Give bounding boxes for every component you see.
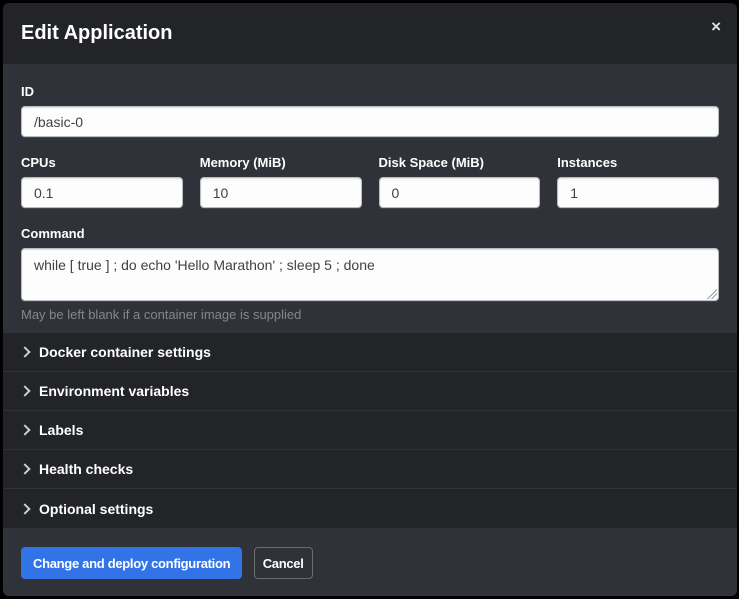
- cpus-input[interactable]: [21, 177, 183, 208]
- id-input[interactable]: [21, 106, 719, 137]
- section-label: Health checks: [39, 461, 133, 477]
- change-and-deploy-button[interactable]: Change and deploy configuration: [21, 547, 242, 579]
- chevron-right-icon: [19, 463, 30, 474]
- command-field-group: Command while [ true ] ; do echo 'Hello …: [21, 226, 719, 322]
- modal-header: Edit Application ×: [3, 3, 737, 64]
- disk-input[interactable]: [379, 177, 541, 208]
- memory-label: Memory (MiB): [200, 155, 362, 170]
- section-environment-variables[interactable]: Environment variables: [3, 372, 737, 411]
- cancel-button[interactable]: Cancel: [254, 547, 313, 579]
- resources-row: CPUs Memory (MiB) Disk Space (MiB) Insta…: [21, 155, 719, 208]
- section-label: Environment variables: [39, 383, 189, 399]
- section-health-checks[interactable]: Health checks: [3, 450, 737, 489]
- disk-label: Disk Space (MiB): [379, 155, 541, 170]
- id-label: ID: [21, 84, 719, 99]
- memory-field-group: Memory (MiB): [200, 155, 362, 208]
- chevron-right-icon: [19, 503, 30, 514]
- command-label: Command: [21, 226, 719, 241]
- id-field-group: ID: [21, 84, 719, 137]
- section-label: Optional settings: [39, 501, 153, 517]
- command-textarea[interactable]: while [ true ] ; do echo 'Hello Marathon…: [21, 248, 719, 301]
- edit-application-form: ID CPUs Memory (MiB) Disk Space (MiB) In…: [3, 64, 737, 333]
- chevron-right-icon: [19, 424, 30, 435]
- section-label: Docker container settings: [39, 344, 211, 360]
- instances-label: Instances: [557, 155, 719, 170]
- section-label: Labels: [39, 422, 83, 438]
- disk-field-group: Disk Space (MiB): [379, 155, 541, 208]
- cpus-label: CPUs: [21, 155, 183, 170]
- instances-field-group: Instances: [557, 155, 719, 208]
- chevron-right-icon: [19, 346, 30, 357]
- modal-title: Edit Application: [21, 22, 172, 45]
- command-help-text: May be left blank if a container image i…: [21, 307, 719, 322]
- section-docker-container-settings[interactable]: Docker container settings: [3, 333, 737, 372]
- edit-application-modal: Edit Application × ID CPUs Memory (MiB) …: [3, 3, 737, 596]
- cpus-field-group: CPUs: [21, 155, 183, 208]
- memory-input[interactable]: [200, 177, 362, 208]
- chevron-right-icon: [19, 385, 30, 396]
- modal-footer: Change and deploy configuration Cancel: [3, 528, 737, 596]
- close-icon[interactable]: ×: [711, 18, 721, 35]
- instances-input[interactable]: [557, 177, 719, 208]
- resize-handle-icon[interactable]: [707, 289, 717, 299]
- section-optional-settings[interactable]: Optional settings: [3, 489, 737, 528]
- section-labels[interactable]: Labels: [3, 411, 737, 450]
- accordion: Docker container settings Environment va…: [3, 333, 737, 528]
